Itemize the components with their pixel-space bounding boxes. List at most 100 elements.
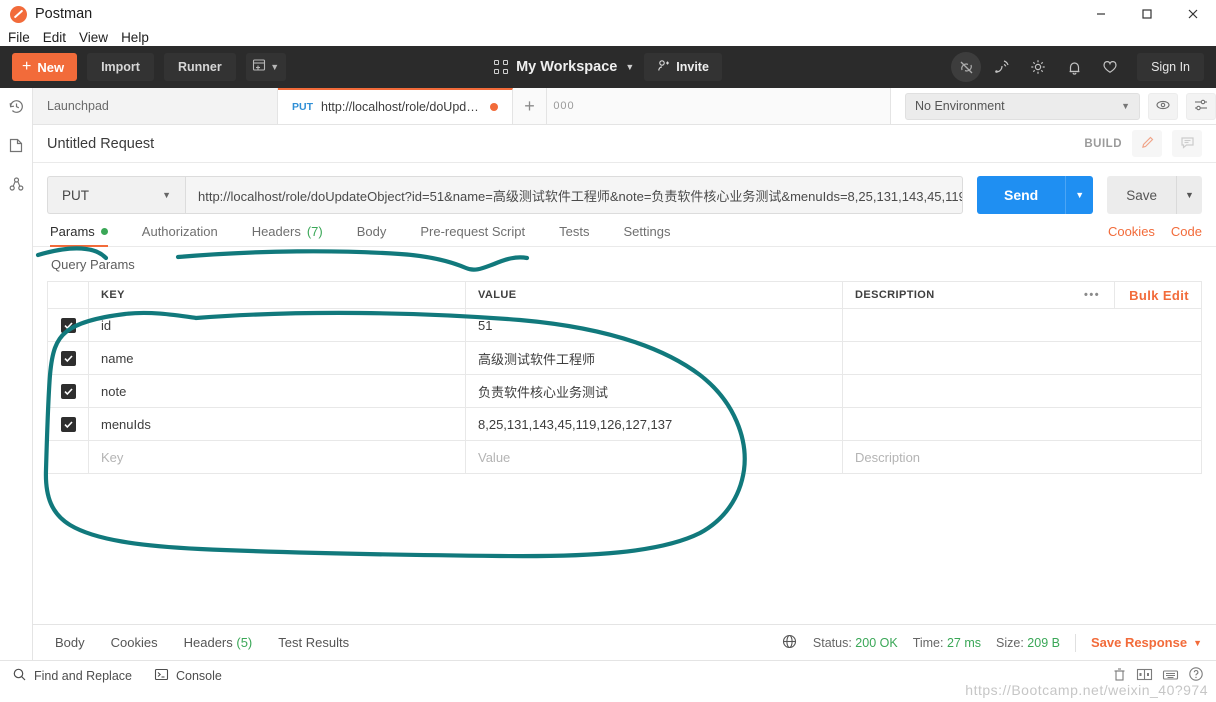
column-header-key: KEY (89, 282, 466, 308)
tab-label: Tests (559, 224, 590, 239)
tab-tests[interactable]: Tests (542, 224, 606, 246)
row-checkbox[interactable] (48, 441, 89, 473)
param-key[interactable]: menuIds (89, 408, 466, 440)
param-value[interactable]: 负责软件核心业务测试 (466, 375, 843, 407)
environment-selector[interactable]: No Environment ▼ (905, 92, 1140, 120)
invite-button[interactable]: Invite (644, 53, 722, 81)
param-description[interactable] (843, 408, 1201, 440)
table-header-actions: ••• Bulk Edit (1070, 282, 1201, 308)
response-tab-body[interactable]: Body (47, 635, 98, 650)
save-button[interactable]: Save (1107, 176, 1176, 214)
code-link[interactable]: Code (1171, 224, 1202, 239)
new-button[interactable]: + New (12, 53, 78, 81)
request-title-row: Untitled Request BUILD (33, 125, 1216, 163)
table-row-empty[interactable]: Key Value Description (48, 441, 1201, 474)
tab-pre-request-script[interactable]: Pre-request Script (403, 224, 542, 246)
param-value[interactable]: 51 (466, 309, 843, 341)
param-description[interactable] (843, 309, 1201, 341)
trash-icon[interactable] (1112, 667, 1127, 685)
response-tab-cookies[interactable]: Cookies (98, 635, 171, 650)
menu-item-help[interactable]: Help (121, 30, 149, 45)
send-button-group: Send ▼ (976, 176, 1094, 214)
send-button[interactable]: Send (976, 176, 1066, 214)
close-icon[interactable] (1170, 0, 1216, 28)
two-pane-icon[interactable] (1136, 667, 1153, 685)
sign-in-button[interactable]: Sign In (1137, 53, 1204, 81)
satellite-icon[interactable] (987, 52, 1017, 82)
keyboard-icon[interactable] (1162, 667, 1179, 685)
workspace-selector[interactable]: My Workspace ▼ (494, 59, 634, 75)
method-selector[interactable]: PUT ▼ (47, 176, 185, 214)
table-header-row: KEY VALUE DESCRIPTION ••• Bulk Edit (48, 282, 1201, 309)
new-tab-button[interactable]: + (513, 88, 547, 124)
tab-headers[interactable]: Headers (7) (235, 224, 340, 246)
new-window-button[interactable]: ▼ (245, 53, 286, 81)
param-value[interactable]: 8,25,131,143,45,119,126,127,137 (466, 408, 843, 440)
url-bar: PUT ▼ http://localhost/role/doUpdateObje… (33, 163, 1216, 214)
table-options-button[interactable]: ••• (1070, 282, 1116, 308)
param-key[interactable]: id (89, 309, 466, 341)
table-row[interactable]: name 高级测试软件工程师 (48, 342, 1201, 375)
table-row[interactable]: id 51 (48, 309, 1201, 342)
new-button-label: New (37, 59, 65, 75)
tab-params[interactable]: Params (47, 224, 125, 247)
bell-icon[interactable] (1059, 52, 1089, 82)
table-row[interactable]: note 负责软件核心业务测试 (48, 375, 1201, 408)
edit-request-button[interactable] (1132, 130, 1162, 157)
environment-quick-look-button[interactable] (1148, 92, 1178, 120)
save-response-button[interactable]: Save Response ▼ (1091, 635, 1202, 650)
environment-settings-button[interactable] (1186, 92, 1216, 120)
menu-item-view[interactable]: View (79, 30, 108, 45)
console-label: Console (175, 668, 222, 683)
tab-settings[interactable]: Settings (606, 224, 687, 246)
import-button[interactable]: Import (87, 53, 154, 81)
find-and-replace-button[interactable]: Find and Replace (12, 667, 154, 685)
row-checkbox[interactable] (48, 342, 89, 374)
param-value[interactable]: 高级测试软件工程师 (466, 342, 843, 374)
url-input[interactable]: http://localhost/role/doUpdateObject?id=… (185, 176, 963, 214)
param-value-placeholder[interactable]: Value (466, 441, 843, 473)
runner-button[interactable]: Runner (163, 53, 236, 81)
send-options-button[interactable]: ▼ (1065, 176, 1094, 214)
cookies-link[interactable]: Cookies (1108, 224, 1155, 239)
tab-label: Launchpad (47, 99, 109, 113)
response-tab-headers[interactable]: Headers (5) (171, 635, 266, 650)
console-button[interactable]: Console (154, 667, 244, 685)
param-key[interactable]: name (89, 342, 466, 374)
bulk-edit-button[interactable]: Bulk Edit (1115, 282, 1201, 308)
tab-launchpad[interactable]: Launchpad (33, 88, 278, 124)
apis-icon[interactable] (8, 176, 25, 193)
tab-label: Pre-request Script (420, 224, 526, 239)
gear-icon[interactable] (1023, 52, 1053, 82)
menu-item-file[interactable]: File (8, 30, 30, 45)
row-checkbox[interactable] (48, 408, 89, 440)
tab-body[interactable]: Body (340, 224, 404, 246)
help-icon[interactable] (1188, 666, 1204, 685)
comment-request-button[interactable] (1172, 130, 1202, 157)
eye-icon (1155, 97, 1171, 116)
collections-icon[interactable] (8, 137, 25, 154)
history-icon[interactable] (8, 98, 25, 115)
row-checkbox[interactable] (48, 309, 89, 341)
param-description[interactable] (843, 342, 1201, 374)
heart-icon[interactable] (1095, 52, 1125, 82)
param-key[interactable]: note (89, 375, 466, 407)
param-description[interactable] (843, 375, 1201, 407)
param-description-placeholder[interactable]: Description (843, 441, 1201, 473)
maximize-icon[interactable] (1124, 0, 1170, 28)
params-spacer (33, 474, 1216, 624)
response-tab-test-results[interactable]: Test Results (265, 635, 362, 650)
row-checkbox[interactable] (48, 375, 89, 407)
tab-options-button[interactable]: 000 (547, 88, 581, 124)
minimize-icon[interactable] (1078, 0, 1124, 28)
save-options-button[interactable]: ▼ (1176, 176, 1202, 214)
menu-item-edit[interactable]: Edit (43, 30, 66, 45)
sync-off-icon[interactable] (951, 52, 982, 82)
status-value: 200 OK (855, 635, 898, 650)
request-section-tabs: Params Authorization Headers (7) Body Pr… (33, 214, 1216, 247)
table-row[interactable]: menuIds 8,25,131,143,45,119,126,127,137 (48, 408, 1201, 441)
param-key-placeholder[interactable]: Key (89, 441, 466, 473)
tab-request-put[interactable]: PUT http://localhost/role/doUpdate... (278, 88, 513, 124)
tab-authorization[interactable]: Authorization (125, 224, 235, 246)
time-badge: Time: 27 ms (913, 636, 981, 650)
